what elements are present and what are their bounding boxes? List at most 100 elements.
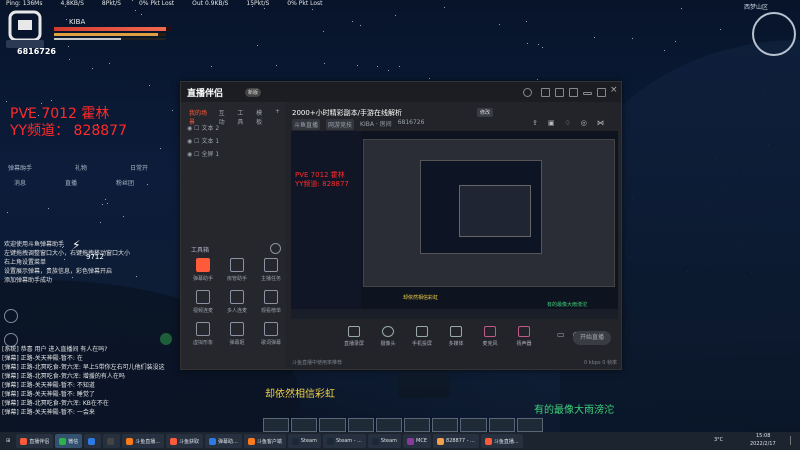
mic-icon[interactable] xyxy=(4,309,18,323)
record-icon[interactable]: ◎ xyxy=(581,119,587,127)
phone-cast-button[interactable]: 手机投屏 xyxy=(409,324,435,354)
danmu-tool-1[interactable]: 礼物 xyxy=(75,163,87,172)
minimize-icon[interactable] xyxy=(583,92,592,95)
taskbar-app[interactable]: 直播伴侣 xyxy=(16,434,54,448)
star xyxy=(160,147,162,149)
skill-slot[interactable] xyxy=(263,418,290,432)
tab-tools[interactable]: 工具 xyxy=(237,108,248,126)
skill-slot[interactable] xyxy=(375,418,403,432)
close-icon[interactable]: × xyxy=(610,85,618,95)
taskbar-app[interactable]: Steam xyxy=(287,434,321,448)
scene-label: 文本 2 xyxy=(201,125,220,132)
tool-item[interactable]: 视频连麦 xyxy=(189,290,217,314)
scene-item[interactable]: ◉ ☐ 文本 2 xyxy=(187,123,219,132)
taskbar-app[interactable]: 斗鱼直播... xyxy=(480,434,523,448)
clock-date[interactable]: 2022/2/17 xyxy=(750,441,776,447)
danmu-tool2-2[interactable]: 粉丝团 xyxy=(116,178,134,187)
tool-item[interactable]: 弹幕姬 xyxy=(223,322,251,346)
voice-active-icon[interactable] xyxy=(160,333,172,345)
category-tag[interactable]: 网游竞技 xyxy=(326,119,355,130)
taskbar-app[interactable]: 828877 - ... xyxy=(433,434,479,448)
scene-item[interactable]: ◉ ☐ 全屏 1 xyxy=(187,149,219,158)
skill-slot[interactable] xyxy=(432,418,459,432)
skill-slot[interactable] xyxy=(516,418,544,432)
skin-icon[interactable] xyxy=(569,88,578,97)
scene-item[interactable]: ◉ ☐ 文本 1 xyxy=(187,136,219,145)
notify-icon[interactable]: ♢ xyxy=(565,119,571,127)
gift-icon[interactable]: ▣ xyxy=(548,119,555,127)
more-icon[interactable] xyxy=(270,243,281,254)
tool-item[interactable]: 多人连麦 xyxy=(223,290,251,314)
skill-slot[interactable] xyxy=(319,418,346,432)
star xyxy=(211,66,213,68)
danmu-tool-0[interactable]: 弹幕助手 xyxy=(8,163,32,172)
tool-label: 弹幕姬 xyxy=(229,340,245,346)
camera-switch-icon[interactable]: ▭ xyxy=(557,330,565,354)
app-titlebar[interactable]: 直播伴侣 新版 × xyxy=(181,82,621,102)
share-icon[interactable]: ⇪ xyxy=(532,119,538,127)
live-title[interactable]: 2000+小时精彩副本/手游在线解析 xyxy=(292,108,402,118)
taskbar-app[interactable] xyxy=(103,434,121,448)
settings-icon[interactable] xyxy=(541,88,550,97)
tool-icon xyxy=(264,290,278,304)
start-live-button[interactable]: 开始直播 xyxy=(573,331,611,345)
star xyxy=(256,44,258,46)
tab-interact[interactable]: 互动 xyxy=(219,108,230,126)
link-icon[interactable]: ⋈ xyxy=(597,119,604,127)
mic-button[interactable]: 麦克风 xyxy=(477,324,503,354)
minimap-seal-icon[interactable] xyxy=(752,12,796,56)
avatar[interactable] xyxy=(523,88,532,97)
show-desktop[interactable] xyxy=(790,436,795,445)
tool-label: 观看榜单 xyxy=(260,308,281,314)
star xyxy=(105,198,107,200)
camera-button[interactable]: 摄像头 xyxy=(375,324,401,354)
tool-item[interactable]: 虚拟形象 xyxy=(189,322,217,346)
app-icon xyxy=(371,437,379,445)
taskbar-app[interactable]: 微信 xyxy=(55,434,83,448)
app-icon xyxy=(407,437,415,445)
taskbar-app[interactable] xyxy=(84,434,102,448)
tool-item[interactable]: 房管助手 xyxy=(223,258,251,282)
tool-item[interactable]: 歌词弹幕 xyxy=(257,322,285,346)
taskbar-app[interactable]: Steam xyxy=(367,434,402,448)
menu-icon[interactable] xyxy=(555,88,564,97)
stream-preview[interactable]: PVE 7012 霍林 YY频道: 828877 却依然相信彩虹 有的最像大雨滂… xyxy=(291,131,618,319)
windows-taskbar: ⊞ 直播伴侣 微信 斗鱼直播... 斗鱼获取 弹幕助... 斗鱼客户端 Steam Steam… xyxy=(0,432,800,450)
start-button[interactable]: ⊞ xyxy=(2,434,14,448)
tab-template[interactable]: 模板 xyxy=(256,108,267,126)
version-badge[interactable]: 新版 xyxy=(245,88,262,97)
edit-title-button[interactable]: 修改 xyxy=(477,108,494,117)
tool-item[interactable]: 弹幕助手 xyxy=(189,258,217,282)
platform-tag: 斗鱼直播 xyxy=(292,119,321,130)
ctrl-label: 多媒体 xyxy=(448,341,464,347)
ctrl-label: 直播录屏 xyxy=(343,341,364,347)
taskbar-app[interactable]: MCE xyxy=(403,434,432,448)
maximize-icon[interactable] xyxy=(597,88,606,97)
screen-record-button[interactable]: 直播录屏 xyxy=(341,324,367,354)
danmu-tool2-0[interactable]: 消息 xyxy=(14,178,26,187)
media-button[interactable]: 多媒体 xyxy=(443,324,469,354)
star xyxy=(376,66,378,68)
star xyxy=(5,100,7,102)
danmu-tool2-1[interactable]: 直播 xyxy=(65,178,77,187)
taskbar-app[interactable]: 斗鱼获取 xyxy=(166,434,204,448)
skill-slot[interactable] xyxy=(347,418,374,432)
add-icon[interactable]: + xyxy=(275,108,280,126)
danmu-tool-2[interactable]: 日常开 xyxy=(130,163,148,172)
skill-slot[interactable] xyxy=(404,418,431,432)
tool-item[interactable]: 主播任务 xyxy=(257,258,285,282)
star xyxy=(664,49,666,51)
skill-slot[interactable] xyxy=(460,418,487,432)
taskbar-app[interactable]: 斗鱼直播... xyxy=(122,434,165,448)
speaker-button[interactable]: 扬声器 xyxy=(511,324,537,354)
ctrl-label: 麦克风 xyxy=(482,341,498,347)
taskbar-app[interactable]: 弹幕助... xyxy=(205,434,242,448)
taskbar-app[interactable]: 斗鱼客户端 xyxy=(243,434,286,448)
mana-fill xyxy=(54,33,159,36)
taskbar-app[interactable]: Steam - ... xyxy=(322,434,366,448)
skill-slot[interactable] xyxy=(291,418,318,432)
health-fill xyxy=(54,27,167,31)
tool-item[interactable]: 观看榜单 xyxy=(257,290,285,314)
skill-slot[interactable] xyxy=(488,418,515,432)
clock-time[interactable]: 15:08 xyxy=(756,433,770,439)
